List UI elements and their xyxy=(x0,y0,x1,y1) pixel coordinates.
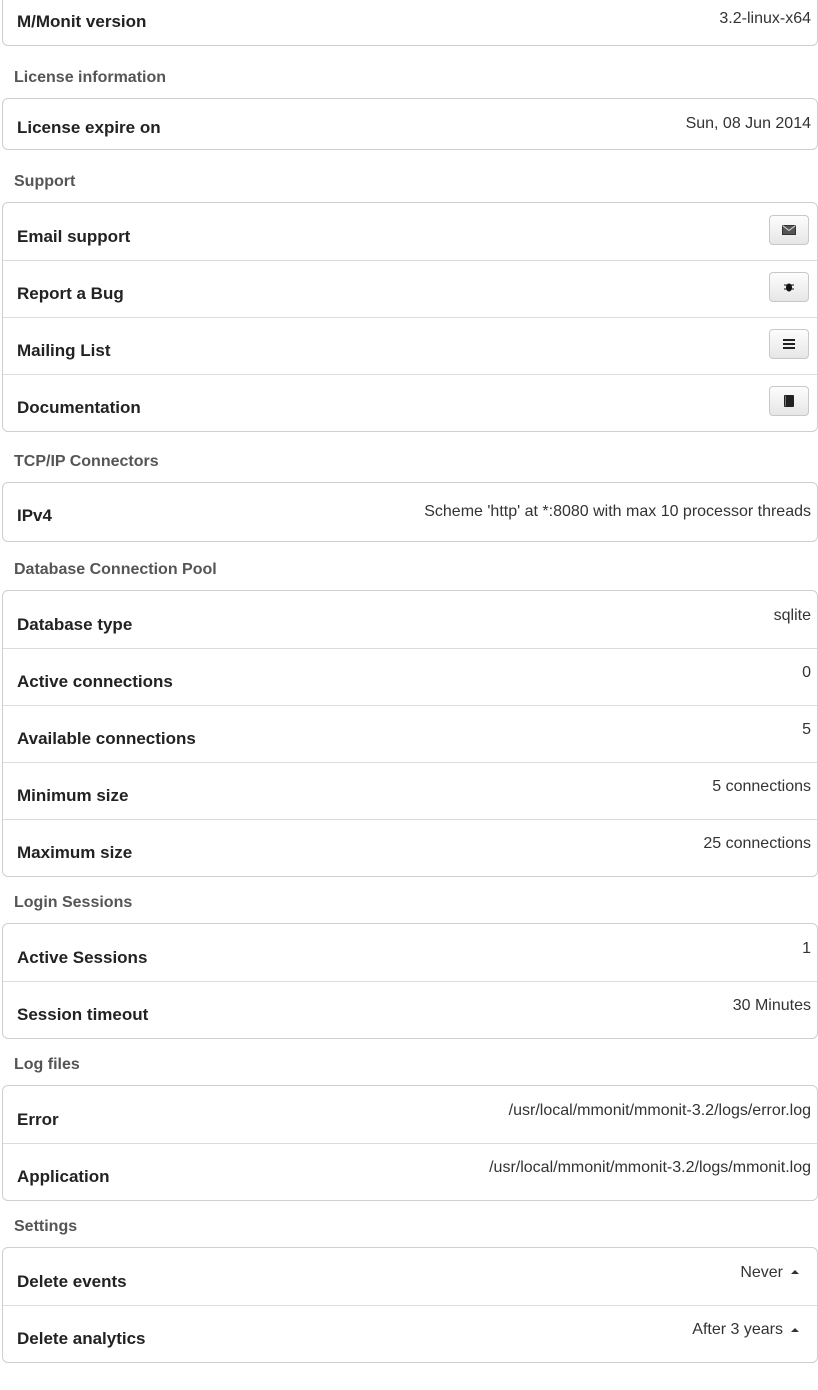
application-log-value: /usr/local/mmonit/mmonit-3.2/logs/mmonit… xyxy=(489,1159,811,1176)
logs-section-title: Log files xyxy=(14,1056,80,1073)
bug-icon xyxy=(784,283,794,292)
support-row-mailing[interactable]: Mailing List xyxy=(3,317,817,374)
license-section-title: License information xyxy=(14,69,167,86)
mailing-list-button[interactable] xyxy=(769,329,809,359)
db-active-label: Active connections xyxy=(17,672,173,691)
settings-group: Delete events Never Delete analytics Aft… xyxy=(2,1247,818,1363)
version-group: M/Monit version 3.2-linux-x64 xyxy=(2,0,818,46)
support-row-bug[interactable]: Report a Bug xyxy=(3,260,817,317)
session-timeout-label: Session timeout xyxy=(17,1005,149,1024)
support-row-docs[interactable]: Documentation xyxy=(3,374,817,431)
settings-row-delete-events: Delete events Never xyxy=(3,1248,817,1305)
support-section-title: Support xyxy=(14,173,76,190)
ipv4-label: IPv4 xyxy=(17,506,52,525)
application-log-label: Application xyxy=(17,1167,110,1186)
mailing-list-label: Mailing List xyxy=(17,341,111,360)
delete-analytics-label: Delete analytics xyxy=(17,1329,146,1348)
db-type-value: sqlite xyxy=(773,606,811,624)
logs-row: Error /usr/local/mmonit/mmonit-3.2/logs/… xyxy=(3,1086,817,1143)
sessions-row: Session timeout 30 Minutes xyxy=(3,981,817,1038)
sessions-group: Active Sessions 1 Session timeout 30 Min… xyxy=(2,923,818,1039)
error-log-label: Error xyxy=(17,1109,59,1129)
delete-events-dropdown[interactable]: Never xyxy=(740,1264,799,1282)
db-max-value: 25 connections xyxy=(703,835,811,852)
list-icon xyxy=(783,339,795,349)
db-section-title: Database Connection Pool xyxy=(14,561,217,578)
tcp-group: IPv4 Scheme 'http' at *:8080 with max 10… xyxy=(2,482,818,542)
db-row: Database type sqlite xyxy=(3,591,817,648)
tcp-section-title: TCP/IP Connectors xyxy=(14,453,159,470)
db-row: Available connections 5 xyxy=(3,705,817,762)
license-value: Sun, 08 Jun 2014 xyxy=(685,115,811,132)
db-row: Minimum size 5 connections xyxy=(3,762,817,819)
error-log-value: /usr/local/mmonit/mmonit-3.2/logs/error.… xyxy=(508,1101,811,1119)
caret-icon xyxy=(791,1327,799,1332)
documentation-button[interactable] xyxy=(769,386,809,416)
db-available-value: 5 xyxy=(802,721,811,738)
db-type-label: Database type xyxy=(17,614,133,634)
license-label: License expire on xyxy=(17,118,161,137)
delete-analytics-value: After 3 years xyxy=(692,1321,783,1338)
report-bug-button[interactable] xyxy=(769,272,809,302)
version-row: M/Monit version 3.2-linux-x64 xyxy=(3,0,817,45)
db-available-label: Available connections xyxy=(17,729,196,748)
report-bug-label: Report a Bug xyxy=(17,284,124,303)
settings-section-title: Settings xyxy=(14,1218,78,1235)
caret-icon xyxy=(791,1270,799,1275)
db-group: Database type sqlite Active connections … xyxy=(2,590,818,877)
delete-events-value: Never xyxy=(740,1263,783,1281)
tcp-row-ipv4: IPv4 Scheme 'http' at *:8080 with max 10… xyxy=(3,483,817,541)
admin-info-page: M/Monit version 3.2-linux-x64 License in… xyxy=(0,0,818,1363)
version-value: 3.2-linux-x64 xyxy=(719,10,811,27)
version-label: M/Monit version xyxy=(17,12,147,31)
sessions-row: Active Sessions 1 xyxy=(3,924,817,981)
db-min-value: 5 connections xyxy=(712,778,811,795)
db-row: Maximum size 25 connections xyxy=(3,819,817,876)
active-sessions-label: Active Sessions xyxy=(17,947,148,967)
db-min-label: Minimum size xyxy=(17,786,129,805)
support-row-email[interactable]: Email support xyxy=(3,203,817,260)
session-timeout-value: 30 Minutes xyxy=(732,997,811,1014)
ipv4-value: Scheme 'http' at *:8080 with max 10 proc… xyxy=(424,503,811,520)
delete-analytics-dropdown[interactable]: After 3 years xyxy=(692,1321,799,1339)
settings-row-delete-analytics: Delete analytics After 3 years xyxy=(3,1305,817,1362)
sessions-section-title: Login Sessions xyxy=(14,894,133,911)
email-support-button[interactable] xyxy=(769,214,809,245)
logs-row: Application /usr/local/mmonit/mmonit-3.2… xyxy=(3,1143,817,1200)
logs-group: Error /usr/local/mmonit/mmonit-3.2/logs/… xyxy=(2,1085,818,1201)
license-row: License expire on Sun, 08 Jun 2014 xyxy=(3,99,817,149)
db-active-value: 0 xyxy=(802,664,811,681)
active-sessions-value: 1 xyxy=(802,939,811,957)
support-group: Email support Report a Bug Mailing List xyxy=(2,202,818,432)
db-row: Active connections 0 xyxy=(3,648,817,705)
documentation-label: Documentation xyxy=(17,398,141,417)
email-support-label: Email support xyxy=(17,226,131,246)
license-group: License expire on Sun, 08 Jun 2014 xyxy=(2,98,818,150)
delete-events-label: Delete events xyxy=(17,1271,127,1291)
db-max-label: Maximum size xyxy=(17,843,133,862)
book-icon xyxy=(784,395,794,407)
envelope-icon xyxy=(782,224,796,235)
